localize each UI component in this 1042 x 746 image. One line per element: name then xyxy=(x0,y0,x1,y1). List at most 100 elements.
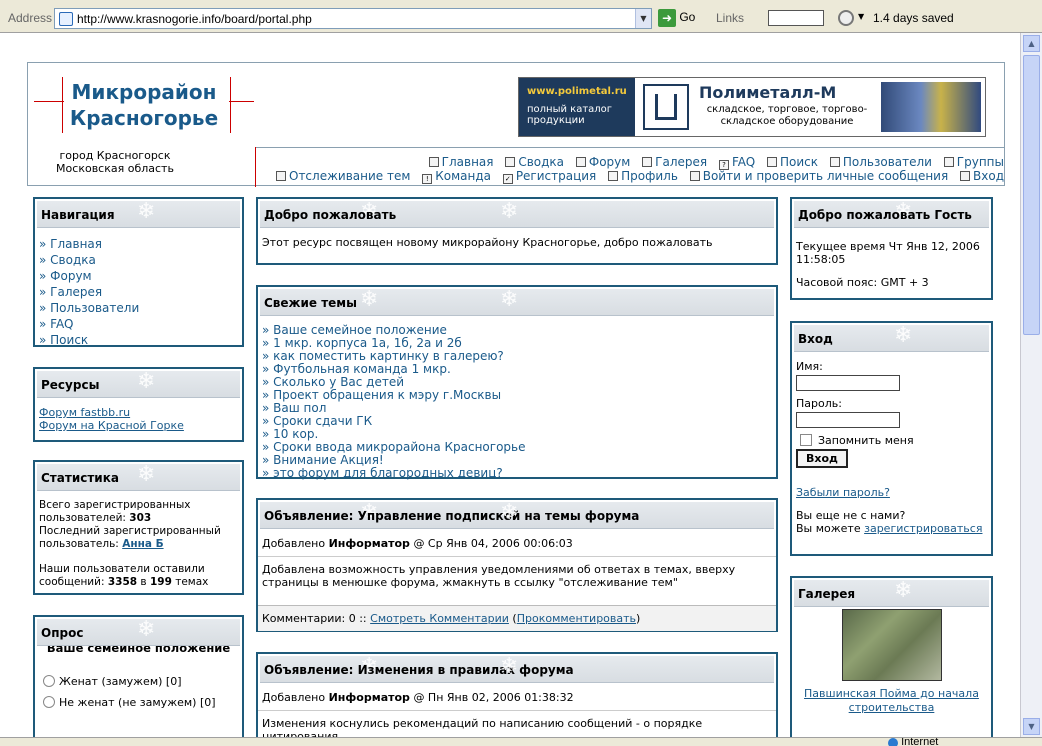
logo-line1: Микрорайон xyxy=(71,80,217,104)
nav-list-item[interactable]: » Главная xyxy=(39,236,238,252)
nav-messages[interactable]: Войти и проверить личные сообщения xyxy=(689,169,948,183)
remember-me[interactable]: Запомнить меня xyxy=(800,434,987,447)
nav-list-item[interactable]: » Поиск xyxy=(39,332,238,348)
nav-forum-label[interactable]: Форум xyxy=(589,155,630,169)
poll-panel: Опрос Ваше семейное положение Женат (зам… xyxy=(33,615,244,737)
forgot-password-link[interactable]: Забыли пароль? xyxy=(796,486,890,499)
topic-link[interactable]: Сколько у Вас детей xyxy=(273,375,404,389)
poll-option[interactable]: Женат (замужем) [0] xyxy=(43,675,238,688)
username-input[interactable] xyxy=(796,375,900,391)
nav-groups[interactable]: Группы xyxy=(943,155,1004,169)
topic-link[interactable]: Ваш пол xyxy=(273,401,326,415)
nav-list-item[interactable]: » Форум xyxy=(39,268,238,284)
nav-home[interactable]: Главная xyxy=(428,155,494,169)
nav-profile[interactable]: Профиль xyxy=(608,169,678,183)
nav-watched-label[interactable]: Отслеживание тем xyxy=(289,169,410,183)
topic-link[interactable]: 1 мкр. корпуса 1а, 1б, 2а и 2б xyxy=(273,336,462,350)
nav-register[interactable]: ✓ Регистрация xyxy=(502,169,596,184)
divider xyxy=(255,147,256,187)
links-label[interactable]: Links xyxy=(716,11,744,25)
topic-link[interactable]: Сроки ввода микрорайона Красногорье xyxy=(273,440,525,454)
topic-link[interactable]: Футбольная команда 1 мкр. xyxy=(273,362,451,376)
nav-login[interactable]: Вход xyxy=(960,169,1004,183)
nav-register-label[interactable]: Регистрация xyxy=(516,169,596,183)
gallery-thumbnail[interactable] xyxy=(841,609,942,681)
nav-list-item[interactable]: » Галерея xyxy=(39,284,238,300)
announcement-footer: Комментарии: 0 :: Смотреть Комментарии (… xyxy=(258,605,776,631)
nav-home-label[interactable]: Главная xyxy=(442,155,494,169)
nav-search[interactable]: Поиск xyxy=(767,155,818,169)
last-user-link[interactable]: Анна Б xyxy=(122,538,163,550)
vertical-scrollbar[interactable]: ▲ ▼ xyxy=(1020,33,1042,737)
register-link[interactable]: зарегистрироваться xyxy=(864,522,982,535)
poll-option[interactable]: Не женат (не замужем) [0] xyxy=(43,696,238,709)
nav-gallery-label[interactable]: Галерея xyxy=(655,155,707,169)
nav-list-link[interactable]: FAQ xyxy=(50,317,73,331)
nav-faq[interactable]: ? FAQ xyxy=(718,155,755,170)
page-icon xyxy=(59,12,73,26)
nav-summary[interactable]: Сводка xyxy=(505,155,564,169)
nav-messages-label[interactable]: Войти и проверить личные сообщения xyxy=(703,169,948,183)
resource-link[interactable]: Форум fastbb.ru xyxy=(39,406,130,419)
scroll-thumb[interactable] xyxy=(1023,55,1040,335)
nav-list-item[interactable]: » Сводка xyxy=(39,252,238,268)
topic-link[interactable]: 10 кор. xyxy=(273,427,318,441)
nav-team[interactable]: ! Команда xyxy=(422,169,491,184)
gallery-caption-link[interactable]: Павшинская Пойма до начала строительства xyxy=(804,687,979,714)
nav-list-link[interactable]: Галерея xyxy=(50,285,102,299)
guest-body: Текущее время Чт Янв 12, 2006 11:58:05 Ч… xyxy=(792,230,991,295)
nav-search-label[interactable]: Поиск xyxy=(780,155,818,169)
nav-team-label[interactable]: Команда xyxy=(435,169,491,183)
site-logo[interactable]: Микрорайон Красногорье xyxy=(34,77,254,141)
add-comment-link[interactable]: Прокомментировать xyxy=(517,612,636,625)
remember-checkbox[interactable] xyxy=(800,434,812,446)
nav-watched[interactable]: Отслеживание тем xyxy=(276,169,410,183)
topic-item[interactable]: » это форум для благородных девиц? xyxy=(262,467,772,480)
view-comments-link[interactable]: Смотреть Комментарии xyxy=(370,612,509,625)
nav-users[interactable]: Пользователи xyxy=(829,155,932,169)
topic-link[interactable]: как поместить картинку в галерею? xyxy=(273,349,504,363)
resource-link[interactable]: Форум на Красной Горке xyxy=(39,419,184,432)
nav-list-link[interactable]: Форум xyxy=(50,269,91,283)
ad-banner[interactable]: www.polimetal.ru полный каталог продукци… xyxy=(518,77,986,137)
nav-forum[interactable]: Форум xyxy=(575,155,630,169)
go-button[interactable]: ➜ Go xyxy=(658,9,702,28)
nav-gallery[interactable]: Галерея xyxy=(642,155,707,169)
caret-down-icon[interactable]: ▼ xyxy=(858,12,864,21)
nav-list-item[interactable]: » FAQ xyxy=(39,316,238,332)
password-label: Пароль: xyxy=(796,397,842,410)
recent-topics-title: Свежие темы xyxy=(264,296,357,310)
nav-login-label[interactable]: Вход xyxy=(973,169,1004,183)
topic-link[interactable]: Сроки сдачи ГК xyxy=(273,414,372,428)
links-toolbar-icon[interactable] xyxy=(768,10,824,26)
address-input[interactable]: http://www.krasnogorie.info/board/portal… xyxy=(54,8,652,29)
topic-link[interactable]: Ваше семейное положение xyxy=(273,323,447,337)
scroll-up-icon[interactable]: ▲ xyxy=(1023,35,1040,52)
nav-groups-label[interactable]: Группы xyxy=(957,155,1004,169)
topic-link[interactable]: Проект обращения к мэру г.Москвы xyxy=(273,388,501,402)
topic-link[interactable]: это форум для благородных девиц? xyxy=(273,466,503,480)
nav-users-label[interactable]: Пользователи xyxy=(843,155,932,169)
topic-link[interactable]: Внимание Акция! xyxy=(273,453,384,467)
nav-summary-label[interactable]: Сводка xyxy=(518,155,564,169)
radio-button[interactable] xyxy=(43,675,55,687)
nav-profile-label[interactable]: Профиль xyxy=(621,169,678,183)
chevron-down-icon[interactable]: ▼ xyxy=(635,9,651,28)
nav-list-link[interactable]: Поиск xyxy=(50,333,88,347)
nav-faq-label[interactable]: FAQ xyxy=(732,155,755,169)
nav-list-item[interactable]: » Пользователи xyxy=(39,300,238,316)
nav-list-link[interactable]: Пользователи xyxy=(50,301,139,315)
nav-list-link[interactable]: Сводка xyxy=(50,253,96,267)
radio-button[interactable] xyxy=(43,696,55,708)
topic-item[interactable]: » Проект обращения к мэру г.Москвы xyxy=(262,389,772,402)
nav-list-link[interactable]: Главная xyxy=(50,237,102,251)
topic-item[interactable]: » Сроки сдачи ГК xyxy=(262,415,772,428)
password-input[interactable] xyxy=(796,412,900,428)
banner-photo xyxy=(881,82,981,132)
scroll-down-icon[interactable]: ▼ xyxy=(1023,718,1040,735)
login-button[interactable]: Вход xyxy=(796,449,848,468)
guest-panel: Добро пожаловать Гость Текущее время Чт … xyxy=(790,197,993,300)
announcement-title: Объявление: Управление подпиской на темы… xyxy=(264,509,640,523)
clock-icon[interactable] xyxy=(838,10,854,26)
total-users-label: Всего зарегистрированных пользователей: xyxy=(39,499,191,524)
